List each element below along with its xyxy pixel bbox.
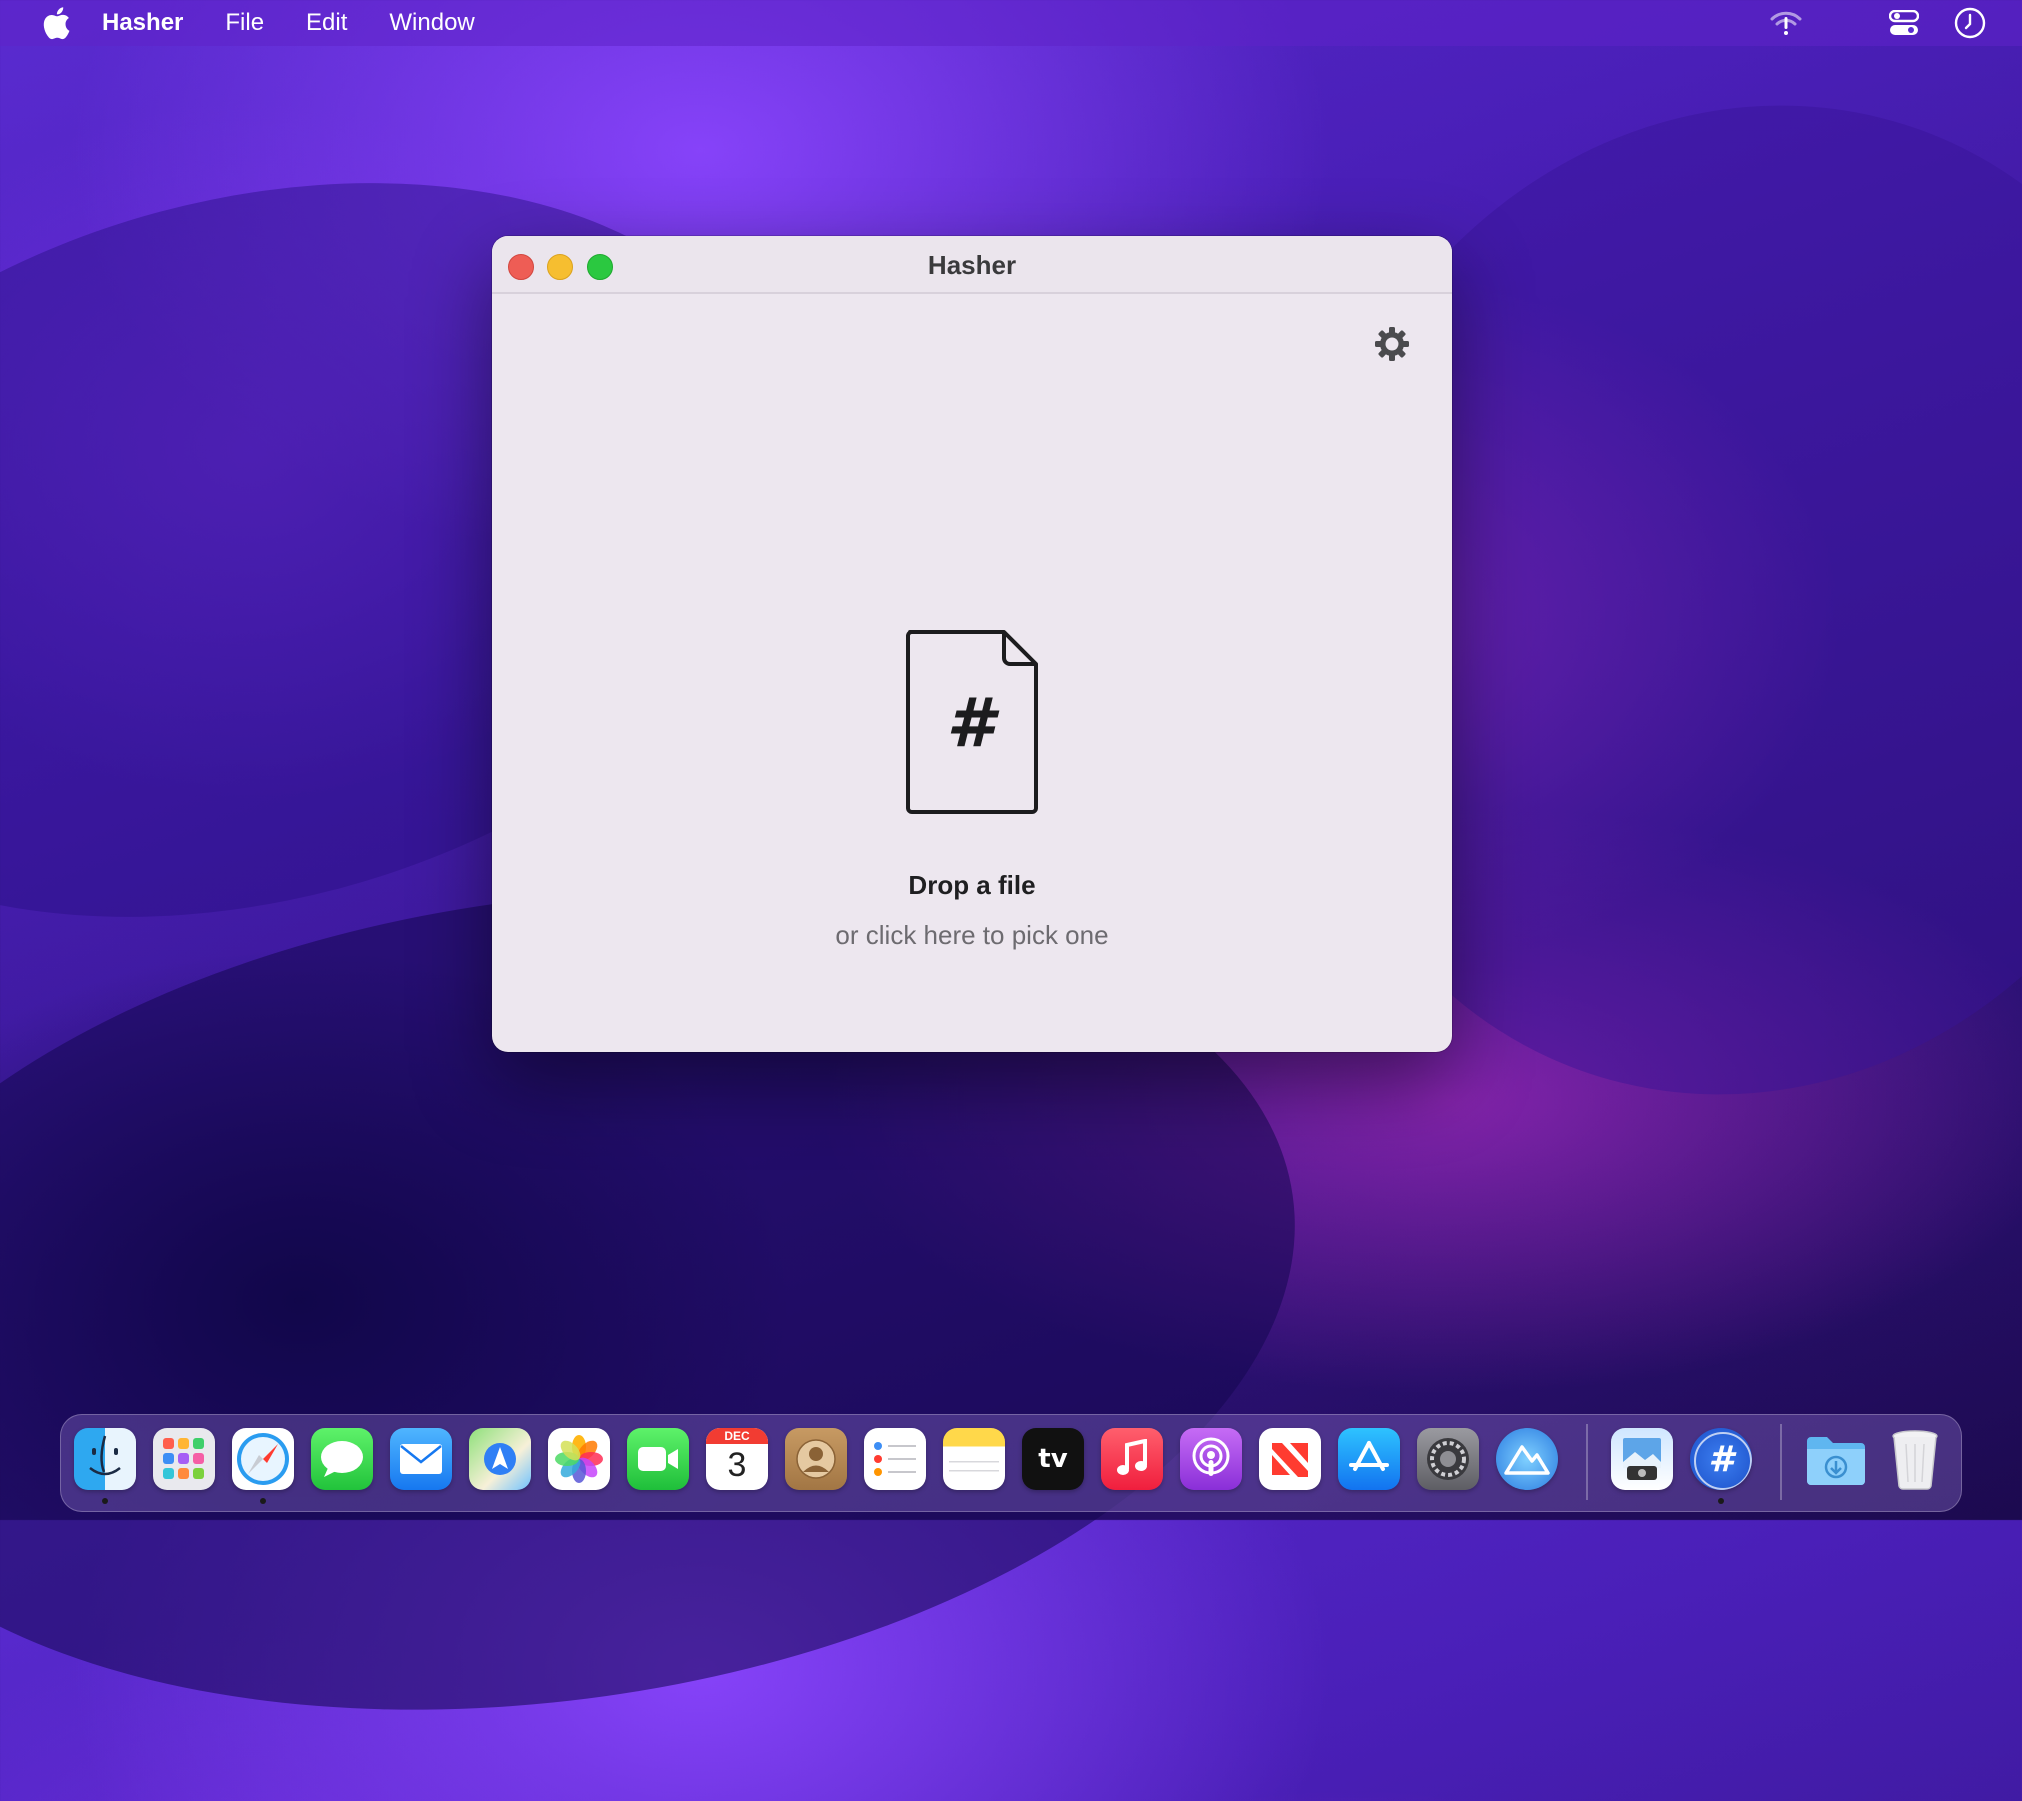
file-drop-area[interactable]: # Drop a file or click here to pick one bbox=[492, 292, 1452, 1052]
siri-clock-icon[interactable] bbox=[1950, 6, 1990, 40]
music-icon[interactable] bbox=[1101, 1428, 1163, 1490]
window-title: Hasher bbox=[927, 250, 1017, 280]
contacts-icon[interactable] bbox=[785, 1428, 847, 1490]
wifi-icon[interactable] bbox=[1766, 9, 1806, 37]
app-store-icon[interactable] bbox=[1338, 1428, 1400, 1490]
running-indicator bbox=[102, 1498, 108, 1504]
menu-bar-extras bbox=[1766, 0, 2022, 46]
running-indicator bbox=[260, 1498, 266, 1504]
photos-icon[interactable] bbox=[548, 1428, 610, 1490]
preview-icon[interactable] bbox=[1611, 1428, 1673, 1490]
facetime-icon[interactable] bbox=[627, 1428, 689, 1490]
tv-label: tv bbox=[1038, 1444, 1068, 1474]
calendar-month: DEC bbox=[706, 1428, 768, 1444]
messages-icon[interactable] bbox=[311, 1428, 373, 1490]
news-icon[interactable] bbox=[1259, 1428, 1321, 1490]
drop-subtitle[interactable]: or click here to pick one bbox=[492, 920, 1452, 951]
maps-icon[interactable] bbox=[469, 1428, 531, 1490]
reminders-icon[interactable] bbox=[864, 1428, 926, 1490]
podcasts-icon[interactable] bbox=[1180, 1428, 1242, 1490]
dock-separator bbox=[1780, 1424, 1782, 1500]
apple-tv-icon[interactable]: tv bbox=[1022, 1428, 1084, 1490]
mountain-app-icon[interactable] bbox=[1496, 1428, 1558, 1490]
menu-bar: Hasher File Edit Window bbox=[0, 0, 2022, 46]
safari-icon[interactable] bbox=[232, 1428, 294, 1490]
hash-glyph: # bbox=[946, 684, 1000, 763]
hasher-app-icon[interactable]: # bbox=[1690, 1428, 1752, 1490]
menu-app-name[interactable]: Hasher bbox=[102, 9, 183, 37]
launchpad-icon[interactable] bbox=[153, 1428, 215, 1490]
hasher-window: Hasher # Drop a file or click here to pi… bbox=[492, 236, 1452, 1052]
running-indicator bbox=[1718, 1498, 1724, 1504]
apple-menu-icon[interactable] bbox=[36, 3, 76, 43]
calendar-icon[interactable]: DEC 3 bbox=[706, 1428, 768, 1490]
control-center-icon[interactable] bbox=[1884, 10, 1924, 36]
hash-document-icon: # bbox=[904, 628, 1040, 814]
calendar-day: 3 bbox=[727, 1446, 747, 1484]
notes-icon[interactable] bbox=[943, 1428, 1005, 1490]
settings-gear-icon[interactable] bbox=[1372, 324, 1412, 364]
finder-icon[interactable] bbox=[74, 1428, 136, 1490]
menu-edit[interactable]: Edit bbox=[306, 9, 347, 37]
downloads-folder-icon[interactable] bbox=[1805, 1428, 1867, 1490]
dock-separator bbox=[1586, 1424, 1588, 1500]
menu-window[interactable]: Window bbox=[389, 9, 474, 37]
window-titlebar[interactable]: Hasher bbox=[492, 236, 1452, 294]
trash-icon[interactable] bbox=[1884, 1428, 1946, 1490]
system-preferences-icon[interactable] bbox=[1417, 1428, 1479, 1490]
menu-file[interactable]: File bbox=[225, 9, 264, 37]
mail-icon[interactable] bbox=[390, 1428, 452, 1490]
drop-title: Drop a file bbox=[908, 870, 1036, 900]
